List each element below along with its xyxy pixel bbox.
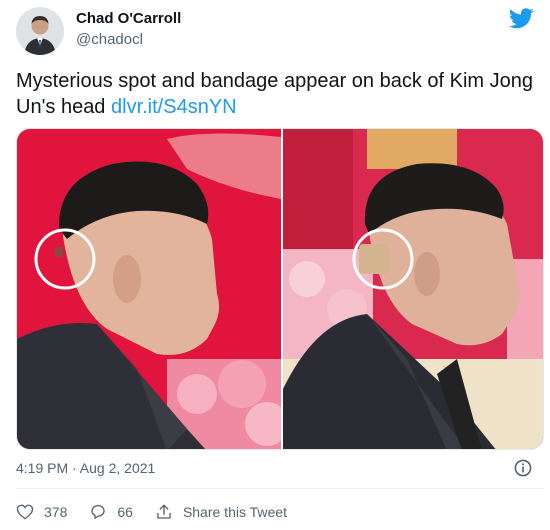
action-bar: 378 66 Share this Tweet (16, 500, 309, 524)
share-label: Share this Tweet (182, 504, 287, 520)
like-count: 378 (44, 504, 68, 520)
heart-icon (16, 504, 34, 520)
twitter-bird-icon[interactable] (509, 8, 534, 29)
tweet-link[interactable]: dlvr.it/S4snYN (111, 96, 237, 118)
share-icon (157, 504, 171, 519)
photo-right[interactable] (283, 129, 544, 450)
tweet-media[interactable] (16, 128, 544, 450)
tweet-text: Mysterious spot and bandage appear on ba… (16, 68, 538, 120)
divider (16, 488, 544, 489)
reply-button[interactable]: 66 (89, 503, 133, 521)
info-icon[interactable] (514, 459, 532, 477)
tweet-body: Mysterious spot and bandage appear on ba… (16, 70, 533, 118)
photo-left[interactable] (17, 129, 289, 450)
author-name[interactable]: Chad O'Carroll (76, 10, 181, 27)
share-button[interactable]: Share this Tweet (155, 503, 287, 521)
reply-count: 66 (117, 504, 133, 520)
author-handle[interactable]: @chadocl (76, 31, 143, 48)
tweet-card: Chad O'Carroll @chadocl Mysterious spot … (0, 0, 550, 530)
reply-bubble-icon (91, 504, 106, 520)
tweet-timestamp[interactable]: 4:19 PM · Aug 2, 2021 (16, 460, 155, 476)
avatar[interactable] (16, 7, 64, 55)
like-button[interactable]: 378 (16, 503, 67, 521)
